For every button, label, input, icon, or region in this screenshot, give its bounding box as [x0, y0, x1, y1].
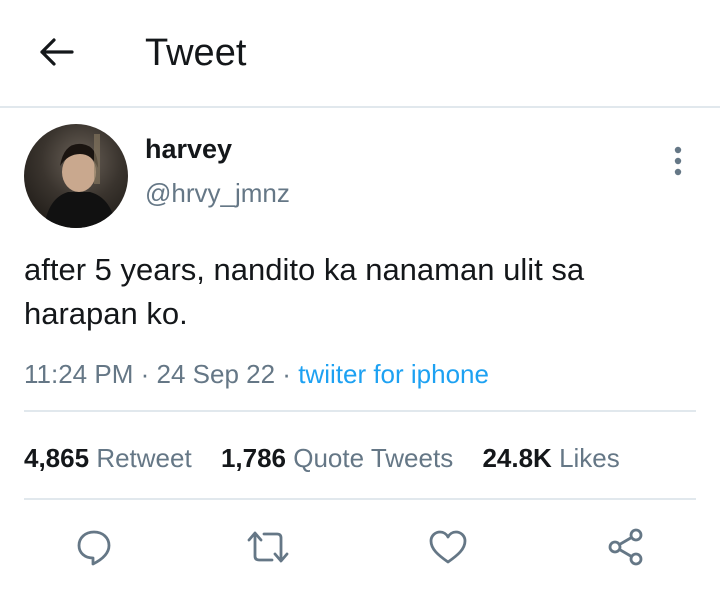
user-handle[interactable]: @hrvy_jmnz: [145, 177, 290, 209]
tweet-source-link[interactable]: twiiter for iphone: [298, 359, 489, 389]
divider: [24, 410, 696, 412]
meta-separator: ·: [140, 359, 150, 389]
likes-stat[interactable]: 24.8K Likes: [482, 440, 619, 476]
top-bar: Tweet: [0, 0, 720, 108]
vertical-dots-icon: [674, 146, 682, 176]
retweets-label: Retweet: [96, 443, 192, 473]
tweet-time: 11:24 PM: [24, 359, 134, 389]
retweets-stat[interactable]: 4,865 Retweet: [24, 440, 192, 476]
reply-button[interactable]: [72, 525, 116, 569]
page-title: Tweet: [145, 32, 247, 74]
share-button[interactable]: [604, 525, 648, 569]
avatar[interactable]: [24, 124, 128, 228]
quotes-label: Quote Tweets: [293, 443, 454, 473]
tweet-meta: 11:24 PM · 24 Sep 22 · twiiter for iphon…: [24, 356, 489, 392]
tweet-date: 24 Sep 22: [156, 359, 276, 389]
retweet-button[interactable]: [246, 525, 290, 569]
quotes-count: 1,786: [220, 443, 287, 473]
more-options-button[interactable]: [664, 141, 692, 181]
likes-count: 24.8K: [482, 443, 552, 473]
reply-icon: [77, 530, 111, 566]
retweet-icon: [247, 531, 289, 563]
like-button[interactable]: [426, 525, 470, 569]
avatar-photo: [44, 134, 116, 228]
back-button[interactable]: [34, 30, 78, 74]
like-icon: [429, 530, 467, 564]
quotes-stat[interactable]: 1,786 Quote Tweets: [221, 440, 453, 476]
likes-label: Likes: [559, 443, 620, 473]
share-icon: [608, 528, 643, 566]
arrow-left-icon: [40, 38, 74, 66]
tweet-text: after 5 years, nandito ka nanaman ulit s…: [24, 252, 585, 331]
tweet-stats: 4,865 Retweet 1,786 Quote Tweets 24.8K L…: [24, 440, 642, 476]
display-name[interactable]: harvey: [145, 133, 232, 165]
retweets-count: 4,865: [24, 443, 90, 473]
meta-separator: ·: [282, 359, 291, 389]
divider: [24, 498, 696, 500]
